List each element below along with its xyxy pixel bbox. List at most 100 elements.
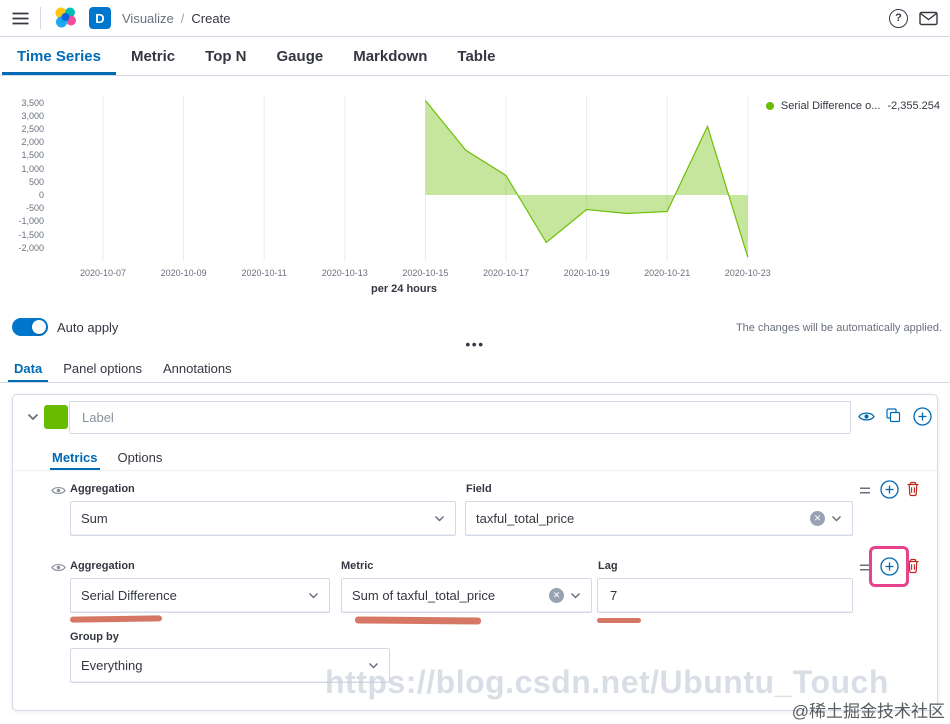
plus-circle-icon [913, 407, 932, 426]
metrics-options-tabs: Metrics Options [13, 445, 937, 471]
tab-label: Markdown [353, 47, 428, 65]
legend-series-value: -2,355.254 [887, 100, 940, 112]
y-tick-label: 1,000 [21, 163, 44, 174]
delete-metric-button[interactable] [906, 481, 920, 497]
aggregation-select[interactable]: Sum [70, 501, 456, 536]
trash-icon [907, 481, 919, 497]
x-axis-labels: 2020-10-07 2020-10-09 2020-10-11 2020-10-13… [58, 268, 771, 280]
tab-metric[interactable]: Metric [116, 37, 190, 75]
aggregation-select-value: Sum [81, 511, 108, 526]
newsfeed-button[interactable] [919, 11, 938, 26]
lag-input[interactable] [597, 578, 853, 613]
auto-apply-toggle[interactable]: Auto apply [12, 318, 118, 336]
aggregation-label: Aggregation [70, 560, 135, 572]
breadcrumb-current: Create [191, 10, 231, 26]
eye-icon [51, 486, 66, 495]
clear-selection-icon[interactable]: ✕ [810, 511, 825, 526]
clear-selection-icon[interactable]: ✕ [549, 588, 564, 603]
x-tick-label: 2020-10-15 [402, 268, 449, 278]
legend-color-dot [765, 102, 774, 110]
y-tick-label: 2,500 [21, 124, 44, 134]
tab-label: Metrics [52, 450, 98, 465]
red-underline-annotation [69, 615, 163, 623]
metric-combobox[interactable]: Sum of taxful_total_price ✕ [341, 578, 592, 613]
tab-label: Options [117, 450, 163, 465]
drag-handle-icon[interactable] [859, 486, 871, 495]
eye-icon [858, 412, 875, 421]
add-series-button[interactable] [913, 407, 932, 426]
metric-row-visibility[interactable] [51, 485, 66, 496]
chart-legend[interactable]: Serial Difference o... -2,355.254 [765, 100, 940, 112]
tab-label: Top N [205, 47, 247, 65]
y-tick-label: -1,000 [18, 216, 44, 227]
deployment-badge[interactable]: D [89, 7, 111, 29]
tab-gauge[interactable]: Gauge [262, 37, 339, 75]
y-tick-label: -2,000 [18, 242, 44, 253]
x-tick-label: 2020-10-11 [241, 268, 287, 278]
x-tick-label: 2020-10-23 [724, 268, 771, 278]
series-label-input[interactable] [69, 401, 851, 434]
mail-icon [919, 11, 938, 25]
aggregation-label: Aggregation [70, 483, 135, 495]
series-color-swatch[interactable] [44, 405, 68, 429]
series-editor-card: Metrics Options Aggregation Sum Field ta… [12, 394, 938, 711]
drag-handle-icon[interactable] [859, 563, 871, 572]
tab-table[interactable]: Table [442, 37, 510, 75]
tab-top-n[interactable]: Top N [190, 37, 261, 75]
clone-series-button[interactable] [886, 408, 901, 423]
tab-data[interactable]: Data [8, 355, 48, 382]
elastic-logo[interactable] [52, 5, 78, 31]
tab-metrics[interactable]: Metrics [50, 445, 100, 470]
field-combobox[interactable]: taxful_total_price ✕ [465, 501, 853, 536]
breadcrumb: Visualize / Create [122, 11, 230, 26]
metric-combobox-value: Sum of taxful_total_price [352, 588, 496, 603]
tab-panel-options[interactable]: Panel options [57, 355, 148, 382]
lag-label: Lag [598, 560, 618, 572]
field-label: Field [466, 483, 492, 495]
chevron-down-icon [368, 662, 379, 669]
breadcrumb-visualize[interactable]: Visualize [122, 11, 174, 26]
aggregation-select[interactable]: Serial Difference [70, 578, 330, 613]
group-by-label: Group by [70, 631, 119, 643]
tab-annotations[interactable]: Annotations [157, 355, 238, 382]
red-underline-annotation [354, 616, 482, 625]
menu-button[interactable] [12, 12, 29, 25]
metric-row-visibility[interactable] [51, 562, 66, 573]
tab-options[interactable]: Options [116, 445, 165, 470]
group-by-select[interactable]: Everything [70, 648, 390, 683]
toggle-series-visibility-button[interactable] [858, 410, 875, 423]
red-underline-annotation [597, 618, 641, 623]
aggregation-select-value: Serial Difference [81, 588, 177, 603]
tab-markdown[interactable]: Markdown [338, 37, 442, 75]
add-metric-button[interactable] [880, 480, 899, 499]
plus-circle-icon [880, 480, 899, 499]
delete-metric-button[interactable] [906, 558, 920, 574]
y-tick-label: -500 [25, 203, 44, 214]
tab-time-series[interactable]: Time Series [2, 37, 116, 75]
x-tick-label: 2020-10-21 [644, 268, 691, 278]
resize-handle[interactable]: ••• [465, 336, 484, 352]
visualization-type-tabs: Time Series Metric Top N Gauge Markdown … [0, 37, 950, 76]
add-metric-button[interactable] [880, 557, 899, 576]
chevron-down-icon [831, 515, 842, 522]
tab-label: Metric [130, 47, 176, 65]
toggle-switch[interactable] [12, 318, 48, 336]
auto-apply-hint: The changes will be automatically applie… [735, 322, 942, 334]
toggle-knob [32, 320, 46, 334]
y-tick-label: 3,500 [21, 97, 44, 108]
y-tick-label: 2,000 [21, 137, 44, 148]
question-icon: ? [895, 12, 902, 24]
metric-label: Metric [341, 560, 374, 572]
collapse-series-button[interactable] [27, 413, 39, 421]
y-tick-label: 1,500 [21, 150, 44, 161]
y-axis-labels: 3,500 3,000 2,500 2,000 1,500 1,000 500 0 -500 -1… [0, 96, 52, 262]
y-tick-label: -1,500 [18, 229, 44, 240]
help-button[interactable]: ? [889, 8, 908, 28]
elastic-logo-icon [55, 7, 76, 28]
group-by-select-value: Everything [81, 658, 143, 673]
x-tick-label: 2020-10-19 [563, 268, 610, 278]
trash-icon [907, 558, 919, 574]
plus-circle-icon [880, 557, 899, 576]
chevron-down-icon [434, 515, 445, 522]
time-series-plot[interactable] [58, 96, 750, 261]
